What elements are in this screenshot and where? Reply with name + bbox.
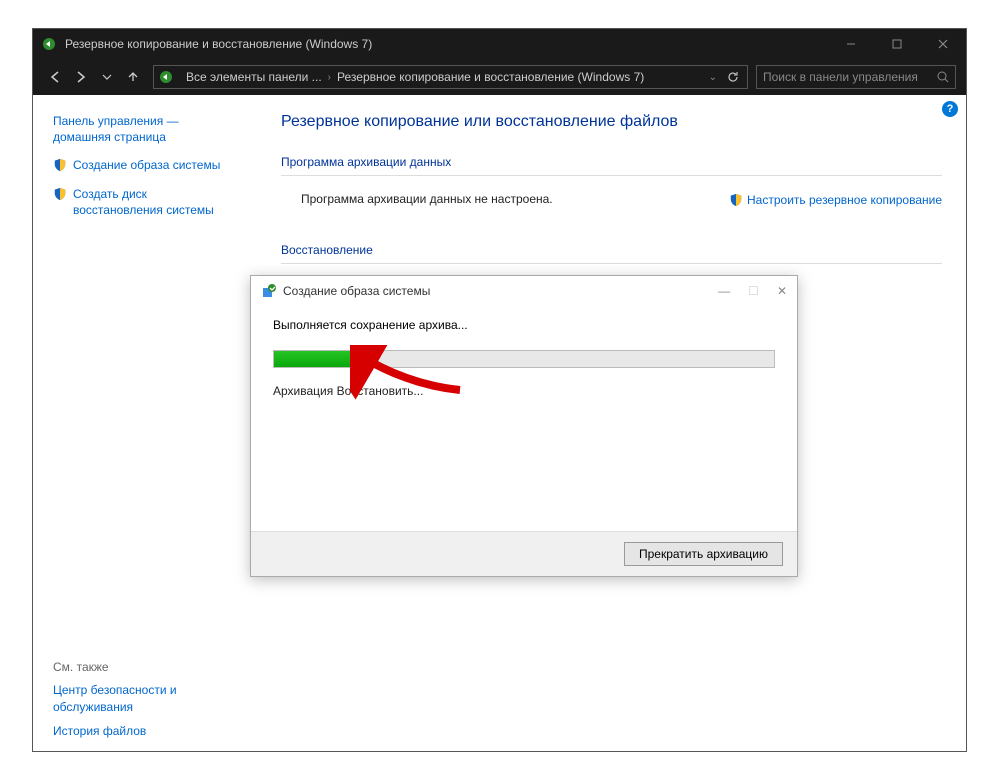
shield-icon [53, 187, 67, 201]
dialog-minimize-button[interactable]: — [718, 284, 730, 298]
backup-icon [261, 283, 277, 299]
sidebar: Панель управления — домашняя страница Со… [33, 95, 233, 751]
chevron-right-icon: › [326, 72, 333, 83]
dialog-detail: Архивация Восстановить... [273, 384, 775, 398]
dialog-close-button[interactable]: ✕ [777, 284, 787, 298]
progress-bar [273, 350, 775, 368]
search-input[interactable]: Поиск в панели управления [756, 65, 956, 89]
backup-status-text: Программа архивации данных не настроена. [301, 192, 553, 206]
forward-button[interactable] [69, 65, 93, 89]
maximize-button[interactable] [874, 29, 920, 59]
setup-backup-link[interactable]: Настроить резервное копирование [729, 192, 942, 207]
back-button[interactable] [43, 65, 67, 89]
dialog-status: Выполняется сохранение архива... [273, 318, 775, 332]
minimize-button[interactable] [828, 29, 874, 59]
file-history-link[interactable]: История файлов [53, 723, 221, 739]
shield-icon [53, 158, 67, 172]
titlebar: Резервное копирование и восстановление (… [33, 29, 966, 59]
dialog-maximize-button: ☐ [748, 284, 759, 298]
stop-backup-button[interactable]: Прекратить архивацию [624, 542, 783, 566]
window-controls [828, 29, 966, 59]
search-placeholder: Поиск в панели управления [763, 70, 937, 84]
security-center-link[interactable]: Центр безопасности и обслуживания [53, 682, 221, 714]
see-also: См. также Центр безопасности и обслужива… [53, 660, 221, 739]
sidebar-item-label: Создать диск восстановления системы [73, 186, 221, 218]
dialog-controls: — ☐ ✕ [718, 284, 787, 298]
backup-group: Программа архивации данных Программа арх… [281, 155, 942, 225]
create-image-dialog: Создание образа системы — ☐ ✕ Выполняетс… [250, 275, 798, 577]
dialog-titlebar: Создание образа системы — ☐ ✕ [251, 276, 797, 306]
refresh-button[interactable] [723, 65, 743, 89]
group-label: Восстановление [281, 243, 942, 257]
control-panel-home-link[interactable]: Панель управления — домашняя страница [53, 113, 221, 145]
address-bar: Все элементы панели ... › Резервное копи… [33, 59, 966, 95]
path-icon [158, 69, 174, 85]
group-label: Программа архивации данных [281, 155, 942, 169]
page-title: Резервное копирование или восстановление… [281, 113, 942, 131]
search-icon [937, 71, 949, 83]
dialog-body: Выполняется сохранение архива... Архивац… [251, 306, 797, 531]
dialog-footer: Прекратить архивацию [251, 531, 797, 576]
progress-fill [274, 351, 359, 367]
up-button[interactable] [121, 65, 145, 89]
create-repair-disc-link[interactable]: Создать диск восстановления системы [53, 186, 221, 218]
create-system-image-link[interactable]: Создание образа системы [53, 157, 221, 173]
see-also-label: См. также [53, 660, 221, 674]
sidebar-item-label: Создание образа системы [73, 157, 220, 173]
crumb-root[interactable]: Все элементы панели ... [186, 70, 322, 84]
link-label: Настроить резервное копирование [747, 193, 942, 207]
close-button[interactable] [920, 29, 966, 59]
recent-button[interactable] [95, 65, 119, 89]
dialog-title: Создание образа системы [283, 284, 430, 298]
window-title: Резервное копирование и восстановление (… [65, 37, 372, 51]
breadcrumb[interactable]: Все элементы панели ... › Резервное копи… [153, 65, 748, 89]
shield-icon [729, 193, 743, 207]
app-icon [41, 36, 57, 52]
crumb-current[interactable]: Резервное копирование и восстановление (… [337, 70, 644, 84]
chevron-down-icon[interactable]: ⌄ [707, 72, 719, 83]
